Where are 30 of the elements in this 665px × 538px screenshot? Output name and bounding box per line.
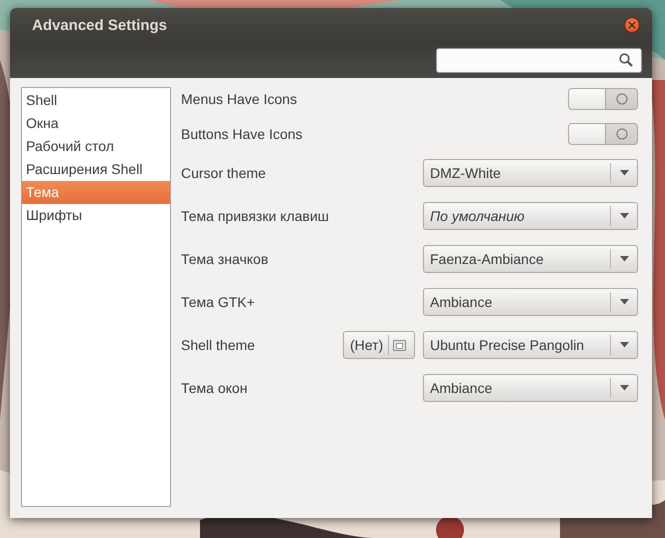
off-circle-icon (616, 128, 628, 140)
close-button[interactable] (624, 17, 640, 33)
toggle-switch[interactable] (568, 88, 638, 110)
dropdown[interactable]: Ubuntu Precise Pangolin (423, 331, 638, 359)
sidebar-item[interactable]: Рабочий стол (22, 135, 170, 158)
setting-label: Тема значков (181, 251, 270, 267)
folder-icon (393, 339, 406, 351)
setting-label: Тема окон (181, 380, 248, 396)
search-field[interactable] (436, 48, 642, 72)
close-icon (628, 21, 636, 29)
dropdown[interactable]: Faenza-Ambiance (423, 245, 638, 273)
setting-label: Cursor theme (181, 165, 267, 181)
setting-label: Тема GTK+ (181, 294, 256, 310)
file-chooser-button[interactable]: (Нет) (343, 331, 415, 359)
dropdown[interactable]: Ambiance (423, 288, 638, 316)
window-title: Advanced Settings (32, 16, 168, 34)
dropdown[interactable]: Ambiance (423, 374, 638, 402)
off-circle-icon (616, 93, 628, 105)
sidebar-item[interactable]: Shell (22, 89, 170, 112)
toggle-switch[interactable] (568, 123, 638, 145)
search-icon (619, 53, 633, 67)
dropdown[interactable]: По умолчанию (423, 202, 638, 230)
sidebar-item[interactable]: Расширения Shell (22, 158, 170, 181)
sidebar-item[interactable]: Шрифты (22, 204, 170, 227)
setting-label: Buttons Have Icons (181, 126, 304, 142)
sidebar-item[interactable]: Окна (22, 112, 170, 135)
setting-label: Тема привязки клавиш (181, 208, 330, 224)
setting-label: Menus Have Icons (181, 91, 298, 107)
setting-label: Shell theme (181, 337, 256, 353)
dropdown[interactable]: DMZ-White (423, 159, 638, 187)
